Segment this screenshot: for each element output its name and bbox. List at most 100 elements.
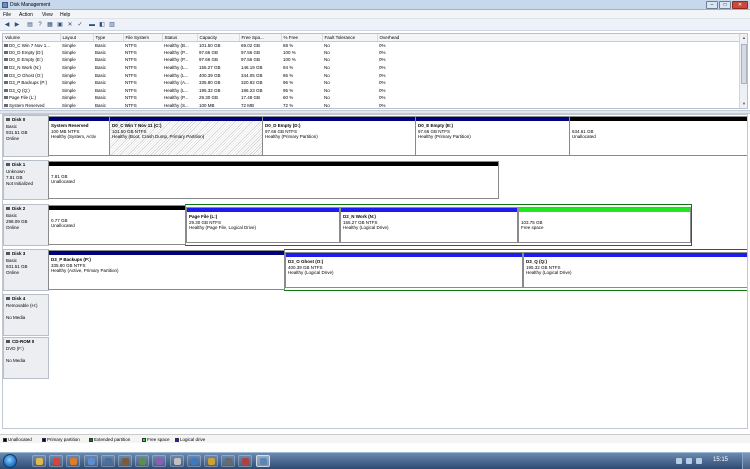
- disk-label[interactable]: Disk 2 Basic 298.09 GB Online: [3, 204, 49, 246]
- menu-view[interactable]: View: [42, 12, 53, 18]
- volume-list: Volume Layout Type File System Status Capacit…: [2, 33, 748, 109]
- tray-flag-icon[interactable]: [676, 458, 682, 464]
- partition-color-bar: [341, 208, 517, 212]
- taskbar-app-button[interactable]: [169, 455, 184, 467]
- partition-primary[interactable]: D3_P Backups (P:) 335.80 GB NTFS Healthy (…: [48, 250, 285, 290]
- taskbar-disk-management-button[interactable]: [255, 455, 270, 467]
- partition-logical[interactable]: D3_O Ghost (O:) 400.39 GB NTFS Healthy (Lo…: [285, 252, 523, 288]
- partition-logical[interactable]: Page File (L:) 29.30 GB NTFS Healthy (Page…: [186, 207, 340, 243]
- console-tree-icon[interactable]: ▤: [26, 21, 34, 29]
- column-header[interactable]: % Free: [281, 34, 323, 42]
- table-row[interactable]: D2_N Work (N:) Simple Basic NTFS Healthy (L.…: [3, 64, 741, 72]
- table-cell: 97.66 GB: [199, 57, 219, 63]
- table-row[interactable]: D3_P Backups (P:) Simple Basic NTFS Healthy …: [3, 79, 741, 87]
- table-row[interactable]: Page File (L:) Simple Basic NTFS Healthy (P.…: [3, 94, 741, 102]
- partition-primary[interactable]: System Reserved 100 MB NTFS Healthy (Syste…: [48, 116, 110, 156]
- scrollbar-thumb[interactable]: [741, 44, 747, 84]
- disk-label[interactable]: Disk 4 Removable (H:) No Media: [3, 294, 49, 336]
- table-row[interactable]: D0_D Empty (D:) Simple Basic NTFS Healthy (P…: [3, 49, 741, 57]
- forward-icon[interactable]: ▶: [13, 21, 21, 29]
- help-icon[interactable]: ?: [36, 21, 44, 29]
- minimize-button[interactable]: –: [706, 1, 718, 9]
- column-header[interactable]: Overhead: [377, 34, 741, 42]
- start-button[interactable]: [3, 454, 17, 468]
- disk-management-window: Disk Management – □ ✕ File Action View H…: [0, 0, 750, 469]
- menu-file[interactable]: File: [3, 12, 11, 18]
- taskbar-app-button[interactable]: [118, 455, 132, 467]
- back-icon[interactable]: ◀: [3, 21, 11, 29]
- tray-network-icon[interactable]: [686, 458, 692, 464]
- partition-primary[interactable]: D0_D Empty (D:) 97.66 GB NTFS Healthy (Pri…: [262, 116, 416, 156]
- taskbar-media-player-button[interactable]: [83, 455, 98, 467]
- drive-icon: [4, 43, 8, 47]
- connect-drive-icon[interactable]: ▣: [56, 21, 64, 29]
- column-header[interactable]: Free Spa...: [239, 34, 282, 42]
- column-header[interactable]: File System: [123, 34, 163, 42]
- partition-primary-selected[interactable]: D0_C Win 7 Nov 11 (C:) 101.50 GB NTFS Heal…: [109, 116, 263, 156]
- taskbar-app-button[interactable]: [152, 455, 167, 467]
- scroll-up-icon[interactable]: ▲: [740, 34, 747, 42]
- taskbar-app-button[interactable]: [204, 455, 218, 467]
- show-desktop-button[interactable]: [742, 453, 750, 469]
- open-folder-icon[interactable]: ▬: [88, 21, 96, 29]
- table-cell: 0%: [379, 87, 386, 93]
- check-icon[interactable]: ✓: [76, 21, 84, 29]
- legend-swatch: [175, 437, 179, 442]
- disk-label[interactable]: Disk 3 Basic 931.51 GB Online: [3, 249, 49, 291]
- partition-logical[interactable]: D2_N Work (N:) 155.27 GB NTFS Healthy (Log…: [340, 207, 518, 243]
- table-cell: Healthy (L...: [164, 72, 189, 78]
- table-row[interactable]: D0_E Empty (E:) Simple Basic NTFS Healthy (P…: [3, 56, 741, 64]
- volume-name: D3_O Ghost (O:): [3, 71, 60, 79]
- disk-label[interactable]: CD-ROM 0 DVD (F:) No Media: [3, 337, 49, 379]
- taskbar-firefox-button[interactable]: [66, 455, 81, 467]
- disk-info-line: Unknown: [6, 169, 25, 174]
- column-header[interactable]: Type: [93, 34, 124, 42]
- table-cell: 68 %: [283, 42, 294, 48]
- partition-unallocated[interactable]: 7.81 GB Unallocated: [48, 161, 499, 199]
- clock[interactable]: 15:15: [713, 457, 728, 463]
- explore-icon[interactable]: ◧: [98, 21, 106, 29]
- menu-action[interactable]: Action: [19, 12, 33, 18]
- close-button[interactable]: ✕: [732, 1, 748, 9]
- partition-free[interactable]: 103.75 GB Free space: [518, 207, 691, 243]
- partition-logical[interactable]: D3_Q (Q:) 195.32 GB NTFS Healthy (Logical …: [523, 252, 747, 288]
- table-row[interactable]: System Reserved Simple Basic NTFS Healthy (S…: [3, 102, 741, 108]
- partition-text: 97.66 GB NTFS: [418, 128, 451, 134]
- column-header[interactable]: Volume: [3, 34, 61, 42]
- partition-unallocated[interactable]: 0.77 GB Unallocated: [48, 205, 186, 245]
- maximize-button[interactable]: □: [719, 1, 731, 9]
- taskbar-app-button[interactable]: [221, 455, 236, 467]
- partition-unallocated[interactable]: 634.61 GB Unallocated: [569, 116, 747, 156]
- title-bar[interactable]: Disk Management – □ ✕: [0, 0, 750, 10]
- column-header[interactable]: Status: [162, 34, 198, 42]
- volume-list-scrollbar[interactable]: ▲ ▼: [739, 34, 747, 108]
- partition-text: D0_D Empty (D:): [265, 123, 301, 128]
- taskbar-app-button[interactable]: [100, 455, 115, 467]
- table-row[interactable]: D3_Q (Q:) Simple Basic NTFS Healthy (L... 195…: [3, 87, 741, 95]
- volume-name: D3_P Backups (P:): [3, 79, 60, 87]
- menu-help[interactable]: Help: [60, 12, 70, 18]
- column-header[interactable]: Capacity: [197, 34, 240, 42]
- partition-text: 335.80 GB NTFS: [51, 262, 86, 268]
- scroll-down-icon[interactable]: ▼: [740, 100, 747, 108]
- table-cell: No: [324, 72, 330, 78]
- taskbar-app-button[interactable]: [135, 455, 150, 467]
- tray-volume-icon[interactable]: [696, 458, 702, 464]
- table-row[interactable]: D3_O Ghost (O:) Simple Basic NTFS Healthy (L…: [3, 71, 741, 79]
- app-icon: [190, 458, 198, 465]
- view-icon[interactable]: ▥: [108, 21, 116, 29]
- taskbar-chrome-button[interactable]: [49, 455, 64, 467]
- column-header[interactable]: Fault Tolerance: [322, 34, 378, 42]
- disk-label[interactable]: Disk 1 Unknown 7.81 GB Not Initialized: [3, 160, 49, 200]
- partition-primary[interactable]: D0_E Empty (E:) 97.66 GB NTFS Healthy (Pri…: [415, 116, 570, 156]
- disk-label[interactable]: Disk 0 Basic 931.51 GB Online: [3, 115, 49, 157]
- taskbar-explorer-button[interactable]: [32, 455, 46, 467]
- column-header[interactable]: Layout: [60, 34, 94, 42]
- table-cell: Basic: [95, 65, 107, 71]
- table-row[interactable]: D0_C Win 7 Nov 1... Simple Basic NTFS Health…: [3, 41, 741, 49]
- taskbar-app-button[interactable]: [186, 455, 201, 467]
- partition-text: D3_Q (Q:): [526, 259, 548, 264]
- properties-icon[interactable]: ▦: [46, 21, 54, 29]
- taskbar-app-button[interactable]: [238, 455, 253, 467]
- delete-icon[interactable]: ✕: [66, 21, 74, 29]
